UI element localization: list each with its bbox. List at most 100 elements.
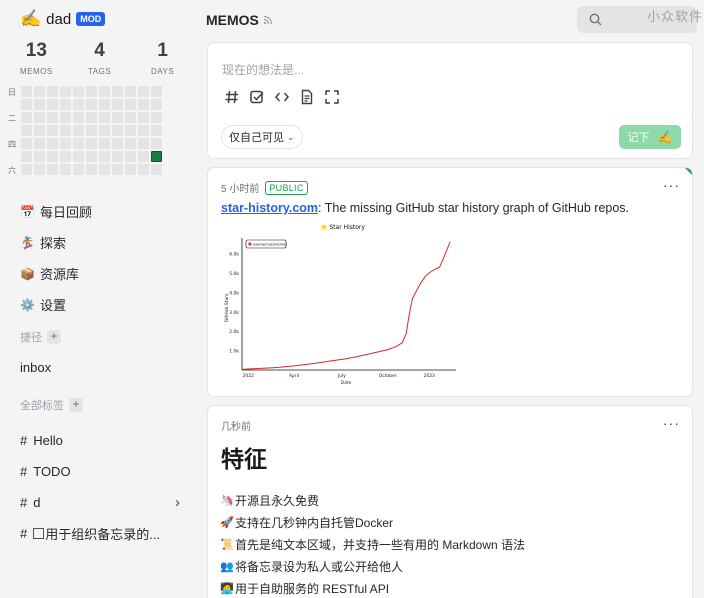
heatmap-cell[interactable] — [73, 86, 84, 97]
heatmap-cell[interactable] — [86, 151, 97, 162]
nav-resources[interactable]: 📦 资源库 — [20, 258, 92, 289]
hash-icon[interactable] — [224, 89, 240, 105]
heatmap-cell[interactable] — [73, 138, 84, 149]
heatmap-cell[interactable] — [21, 164, 32, 175]
heatmap-cell[interactable] — [60, 125, 71, 136]
fullscreen-icon[interactable] — [324, 89, 340, 105]
heatmap-cell[interactable] — [34, 138, 45, 149]
add-tag-button[interactable]: + — [69, 398, 83, 412]
more-options-icon[interactable]: ··· — [663, 416, 680, 430]
heatmap-cell[interactable] — [21, 151, 32, 162]
add-shortcut-button[interactable]: + — [47, 330, 61, 344]
heatmap-cell[interactable] — [34, 164, 45, 175]
heatmap-cell[interactable] — [125, 112, 136, 123]
heatmap-cell[interactable] — [47, 125, 58, 136]
heatmap-cell[interactable] — [86, 138, 97, 149]
heatmap-cell[interactable] — [60, 164, 71, 175]
stat-days[interactable]: 1 DAYS — [151, 40, 174, 76]
heatmap-cell[interactable] — [86, 125, 97, 136]
heatmap-cell[interactable] — [112, 164, 123, 175]
heatmap-cell[interactable] — [99, 151, 110, 162]
more-options-icon[interactable]: ··· — [663, 178, 680, 192]
heatmap-cell[interactable] — [151, 164, 162, 175]
heatmap-cell[interactable] — [21, 138, 32, 149]
heatmap-cell[interactable] — [47, 112, 58, 123]
heatmap-cell[interactable] — [60, 86, 71, 97]
user-menu[interactable]: ✍️ dad MOD — [20, 9, 106, 29]
heatmap-cell[interactable] — [34, 112, 45, 123]
heatmap-cell[interactable] — [138, 138, 149, 149]
chevron-right-icon[interactable]: › — [175, 487, 180, 518]
page-title[interactable]: MEMOS — [206, 12, 273, 28]
heatmap-cell[interactable] — [99, 99, 110, 110]
heatmap-cell[interactable] — [47, 138, 58, 149]
star-history-image[interactable]: ⭐ Star History 1.0k 2.0k 3.0k 4.0k 5.0k 6.0k 20… — [220, 220, 460, 390]
heatmap-cell[interactable] — [125, 151, 136, 162]
heatmap-cell[interactable] — [21, 99, 32, 110]
heatmap-cell[interactable] — [125, 164, 136, 175]
heatmap-cell[interactable] — [47, 151, 58, 162]
stat-tags[interactable]: 4 TAGS — [88, 40, 111, 76]
heatmap-cell[interactable] — [138, 125, 149, 136]
heatmap-cell[interactable] — [138, 86, 149, 97]
save-button[interactable]: 记下 ✍️ — [619, 125, 681, 149]
memo-input[interactable]: 现在的想法是... — [222, 61, 304, 78]
heatmap-cell[interactable] — [112, 86, 123, 97]
heatmap-cell[interactable] — [34, 86, 45, 97]
heatmap-cell[interactable] — [60, 138, 71, 149]
heatmap-cell[interactable] — [138, 99, 149, 110]
visibility-select[interactable]: 仅自己可见 ⌄ — [221, 125, 303, 149]
tag-item[interactable]: # 用于组织备忘录的... — [20, 518, 180, 549]
nav-settings[interactable]: ⚙️ 设置 — [20, 289, 92, 320]
heatmap-cell[interactable] — [86, 86, 97, 97]
heatmap-cell[interactable] — [60, 151, 71, 162]
stat-memos[interactable]: 13 MEMOS — [20, 40, 53, 76]
nav-explore[interactable]: 🏂 探索 — [20, 227, 92, 258]
heatmap-cell[interactable] — [73, 164, 84, 175]
code-icon[interactable] — [274, 89, 290, 105]
heatmap-cell[interactable] — [73, 112, 84, 123]
memo-timestamp[interactable]: 5 小时前 — [221, 180, 259, 195]
checkbox-icon[interactable] — [249, 89, 265, 105]
heatmap-cell[interactable] — [112, 99, 123, 110]
memo-timestamp[interactable]: 几秒前 — [221, 418, 251, 433]
heatmap-cell[interactable] — [151, 99, 162, 110]
heatmap-cell[interactable] — [112, 125, 123, 136]
heatmap-cell[interactable] — [112, 151, 123, 162]
heatmap-cell[interactable] — [112, 138, 123, 149]
tag-item[interactable]: # d › — [20, 487, 180, 518]
heatmap-cell[interactable] — [151, 151, 162, 162]
heatmap-cell[interactable] — [21, 86, 32, 97]
nav-daily-review[interactable]: 📅 每日回顾 — [20, 196, 92, 227]
heatmap-cell[interactable] — [34, 151, 45, 162]
heatmap-cell[interactable] — [151, 125, 162, 136]
shortcut-item[interactable]: inbox — [20, 360, 51, 375]
heatmap-cell[interactable] — [99, 125, 110, 136]
heatmap-cell[interactable] — [138, 164, 149, 175]
heatmap-cell[interactable] — [125, 125, 136, 136]
heatmap-cell[interactable] — [138, 112, 149, 123]
heatmap-cell[interactable] — [125, 99, 136, 110]
heatmap-cell[interactable] — [112, 112, 123, 123]
heatmap-cell[interactable] — [99, 86, 110, 97]
heatmap-cell[interactable] — [99, 164, 110, 175]
heatmap-cell[interactable] — [151, 86, 162, 97]
heatmap-cell[interactable] — [151, 112, 162, 123]
heatmap-cell[interactable] — [138, 151, 149, 162]
heatmap-cell[interactable] — [60, 99, 71, 110]
file-icon[interactable] — [299, 89, 315, 105]
heatmap-cell[interactable] — [34, 99, 45, 110]
heatmap-cell[interactable] — [151, 138, 162, 149]
heatmap-cell[interactable] — [99, 138, 110, 149]
tag-item[interactable]: # Hello — [20, 425, 180, 456]
heatmap-cell[interactable] — [60, 112, 71, 123]
heatmap-cell[interactable] — [21, 112, 32, 123]
heatmap-cell[interactable] — [73, 151, 84, 162]
heatmap-cell[interactable] — [73, 125, 84, 136]
heatmap-cell[interactable] — [99, 112, 110, 123]
tag-item[interactable]: # TODO — [20, 456, 180, 487]
heatmap-cell[interactable] — [47, 99, 58, 110]
heatmap-cell[interactable] — [21, 125, 32, 136]
rss-icon[interactable] — [263, 15, 273, 25]
memo-link[interactable]: star-history.com — [221, 201, 318, 215]
